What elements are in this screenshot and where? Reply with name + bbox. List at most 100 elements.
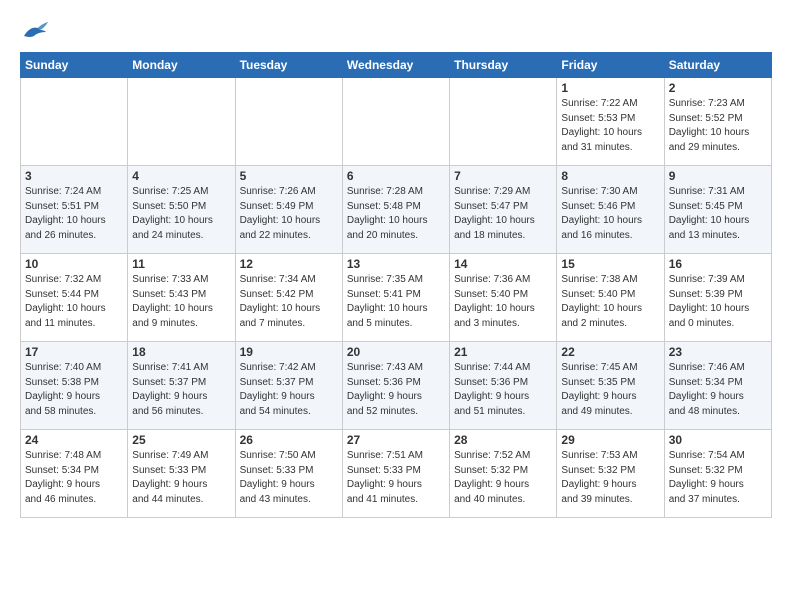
week-row-5: 24Sunrise: 7:48 AM Sunset: 5:34 PM Dayli… <box>21 430 772 518</box>
calendar-cell: 2 Sunrise: 7:23 AM Sunset: 5:52 PM Daylig… <box>664 78 771 166</box>
day-info: Sunrise: 7:43 AM Sunset: 5:36 PM Dayligh… <box>347 361 445 419</box>
day-info: Sunrise: 7:29 AM Sunset: 5:47 PM Dayligh… <box>454 185 552 243</box>
day-number: 1 <box>561 81 659 95</box>
day-number: 2 <box>669 81 767 95</box>
calendar-table: SundayMondayTuesdayWednesdayThursdayFrid… <box>20 52 772 518</box>
logo-bird-icon <box>22 18 50 42</box>
day-number: 5 <box>240 169 338 183</box>
day-info: Sunrise: 7:26 AM Sunset: 5:49 PM Dayligh… <box>240 185 338 243</box>
day-number: 9 <box>669 169 767 183</box>
day-info: Sunrise: 7:46 AM Sunset: 5:34 PM Dayligh… <box>669 361 767 419</box>
day-info: Sunrise: 7:33 AM Sunset: 5:43 PM Dayligh… <box>132 273 230 331</box>
calendar-cell: 23 Sunrise: 7:46 AM Sunset: 5:34 PM Dayli… <box>664 342 771 430</box>
calendar-cell: 11 Sunrise: 7:33 AM Sunset: 5:43 PM Dayli… <box>128 254 235 342</box>
day-info: Sunrise: 7:25 AM Sunset: 5:50 PM Dayligh… <box>132 185 230 243</box>
calendar-cell <box>450 78 557 166</box>
calendar-cell: 29 Sunrise: 7:53 AM Sunset: 5:32 PM Dayli… <box>557 430 664 518</box>
calendar-cell: 26 Sunrise: 7:50 AM Sunset: 5:33 PM Dayli… <box>235 430 342 518</box>
day-number: 25 <box>132 433 230 447</box>
day-number: 21 <box>454 345 552 359</box>
day-info: Sunrise: 7:32 AM Sunset: 5:44 PM Dayligh… <box>25 273 123 331</box>
day-info: Sunrise: 7:52 AM Sunset: 5:32 PM Dayligh… <box>454 449 552 507</box>
calendar-cell: 8Sunrise: 7:30 AM Sunset: 5:46 PM Daylig… <box>557 166 664 254</box>
day-number: 15 <box>561 257 659 271</box>
calendar-cell: 21 Sunrise: 7:44 AM Sunset: 5:36 PM Dayli… <box>450 342 557 430</box>
day-number: 23 <box>669 345 767 359</box>
calendar-cell: 20 Sunrise: 7:43 AM Sunset: 5:36 PM Dayli… <box>342 342 449 430</box>
day-info: Sunrise: 7:24 AM Sunset: 5:51 PM Dayligh… <box>25 185 123 243</box>
week-row-4: 17 Sunrise: 7:40 AM Sunset: 5:38 PM Dayli… <box>21 342 772 430</box>
day-number: 11 <box>132 257 230 271</box>
day-info: Sunrise: 7:53 AM Sunset: 5:32 PM Dayligh… <box>561 449 659 507</box>
day-number: 12 <box>240 257 338 271</box>
day-info: Sunrise: 7:42 AM Sunset: 5:37 PM Dayligh… <box>240 361 338 419</box>
day-info: Sunrise: 7:54 AM Sunset: 5:32 PM Dayligh… <box>669 449 767 507</box>
calendar-cell: 16Sunrise: 7:39 AM Sunset: 5:39 PM Dayli… <box>664 254 771 342</box>
col-header-monday: Monday <box>128 53 235 78</box>
day-info: Sunrise: 7:41 AM Sunset: 5:37 PM Dayligh… <box>132 361 230 419</box>
col-header-tuesday: Tuesday <box>235 53 342 78</box>
calendar-cell: 13 Sunrise: 7:35 AM Sunset: 5:41 PM Dayli… <box>342 254 449 342</box>
day-info: Sunrise: 7:36 AM Sunset: 5:40 PM Dayligh… <box>454 273 552 331</box>
week-row-1: 1 Sunrise: 7:22 AM Sunset: 5:53 PM Daylig… <box>21 78 772 166</box>
day-number: 13 <box>347 257 445 271</box>
calendar-cell: 17 Sunrise: 7:40 AM Sunset: 5:38 PM Dayli… <box>21 342 128 430</box>
day-info: Sunrise: 7:44 AM Sunset: 5:36 PM Dayligh… <box>454 361 552 419</box>
day-number: 19 <box>240 345 338 359</box>
day-number: 17 <box>25 345 123 359</box>
calendar-cell: 27 Sunrise: 7:51 AM Sunset: 5:33 PM Dayli… <box>342 430 449 518</box>
day-info: Sunrise: 7:50 AM Sunset: 5:33 PM Dayligh… <box>240 449 338 507</box>
day-number: 18 <box>132 345 230 359</box>
calendar-cell: 19 Sunrise: 7:42 AM Sunset: 5:37 PM Dayli… <box>235 342 342 430</box>
day-number: 22 <box>561 345 659 359</box>
day-info: Sunrise: 7:30 AM Sunset: 5:46 PM Dayligh… <box>561 185 659 243</box>
header <box>20 18 772 42</box>
day-info: Sunrise: 7:38 AM Sunset: 5:40 PM Dayligh… <box>561 273 659 331</box>
calendar-cell: 4 Sunrise: 7:25 AM Sunset: 5:50 PM Daylig… <box>128 166 235 254</box>
calendar-cell: 22Sunrise: 7:45 AM Sunset: 5:35 PM Dayli… <box>557 342 664 430</box>
logo <box>20 18 50 42</box>
calendar-cell: 14 Sunrise: 7:36 AM Sunset: 5:40 PM Dayli… <box>450 254 557 342</box>
day-info: Sunrise: 7:22 AM Sunset: 5:53 PM Dayligh… <box>561 97 659 155</box>
day-number: 30 <box>669 433 767 447</box>
day-number: 4 <box>132 169 230 183</box>
day-number: 29 <box>561 433 659 447</box>
day-info: Sunrise: 7:49 AM Sunset: 5:33 PM Dayligh… <box>132 449 230 507</box>
calendar-cell: 7 Sunrise: 7:29 AM Sunset: 5:47 PM Daylig… <box>450 166 557 254</box>
day-info: Sunrise: 7:40 AM Sunset: 5:38 PM Dayligh… <box>25 361 123 419</box>
calendar-cell: 10 Sunrise: 7:32 AM Sunset: 5:44 PM Dayli… <box>21 254 128 342</box>
week-row-2: 3 Sunrise: 7:24 AM Sunset: 5:51 PM Daylig… <box>21 166 772 254</box>
calendar-cell: 25 Sunrise: 7:49 AM Sunset: 5:33 PM Dayli… <box>128 430 235 518</box>
day-info: Sunrise: 7:23 AM Sunset: 5:52 PM Dayligh… <box>669 97 767 155</box>
calendar-cell: 30 Sunrise: 7:54 AM Sunset: 5:32 PM Dayli… <box>664 430 771 518</box>
day-info: Sunrise: 7:28 AM Sunset: 5:48 PM Dayligh… <box>347 185 445 243</box>
calendar-cell: 28Sunrise: 7:52 AM Sunset: 5:32 PM Dayli… <box>450 430 557 518</box>
day-number: 26 <box>240 433 338 447</box>
calendar-cell: 5 Sunrise: 7:26 AM Sunset: 5:49 PM Daylig… <box>235 166 342 254</box>
day-info: Sunrise: 7:35 AM Sunset: 5:41 PM Dayligh… <box>347 273 445 331</box>
calendar-cell <box>342 78 449 166</box>
col-header-friday: Friday <box>557 53 664 78</box>
calendar-cell <box>21 78 128 166</box>
day-number: 20 <box>347 345 445 359</box>
day-number: 3 <box>25 169 123 183</box>
calendar-cell: 9 Sunrise: 7:31 AM Sunset: 5:45 PM Daylig… <box>664 166 771 254</box>
week-row-3: 10 Sunrise: 7:32 AM Sunset: 5:44 PM Dayli… <box>21 254 772 342</box>
calendar-cell <box>235 78 342 166</box>
day-info: Sunrise: 7:31 AM Sunset: 5:45 PM Dayligh… <box>669 185 767 243</box>
col-header-saturday: Saturday <box>664 53 771 78</box>
day-number: 27 <box>347 433 445 447</box>
calendar-cell: 6 Sunrise: 7:28 AM Sunset: 5:48 PM Daylig… <box>342 166 449 254</box>
col-header-sunday: Sunday <box>21 53 128 78</box>
day-number: 6 <box>347 169 445 183</box>
day-number: 7 <box>454 169 552 183</box>
page: SundayMondayTuesdayWednesdayThursdayFrid… <box>0 0 792 532</box>
calendar-cell: 1 Sunrise: 7:22 AM Sunset: 5:53 PM Daylig… <box>557 78 664 166</box>
day-number: 14 <box>454 257 552 271</box>
day-number: 10 <box>25 257 123 271</box>
col-header-wednesday: Wednesday <box>342 53 449 78</box>
calendar-cell: 24Sunrise: 7:48 AM Sunset: 5:34 PM Dayli… <box>21 430 128 518</box>
calendar-cell: 18 Sunrise: 7:41 AM Sunset: 5:37 PM Dayli… <box>128 342 235 430</box>
day-info: Sunrise: 7:48 AM Sunset: 5:34 PM Dayligh… <box>25 449 123 507</box>
day-info: Sunrise: 7:51 AM Sunset: 5:33 PM Dayligh… <box>347 449 445 507</box>
